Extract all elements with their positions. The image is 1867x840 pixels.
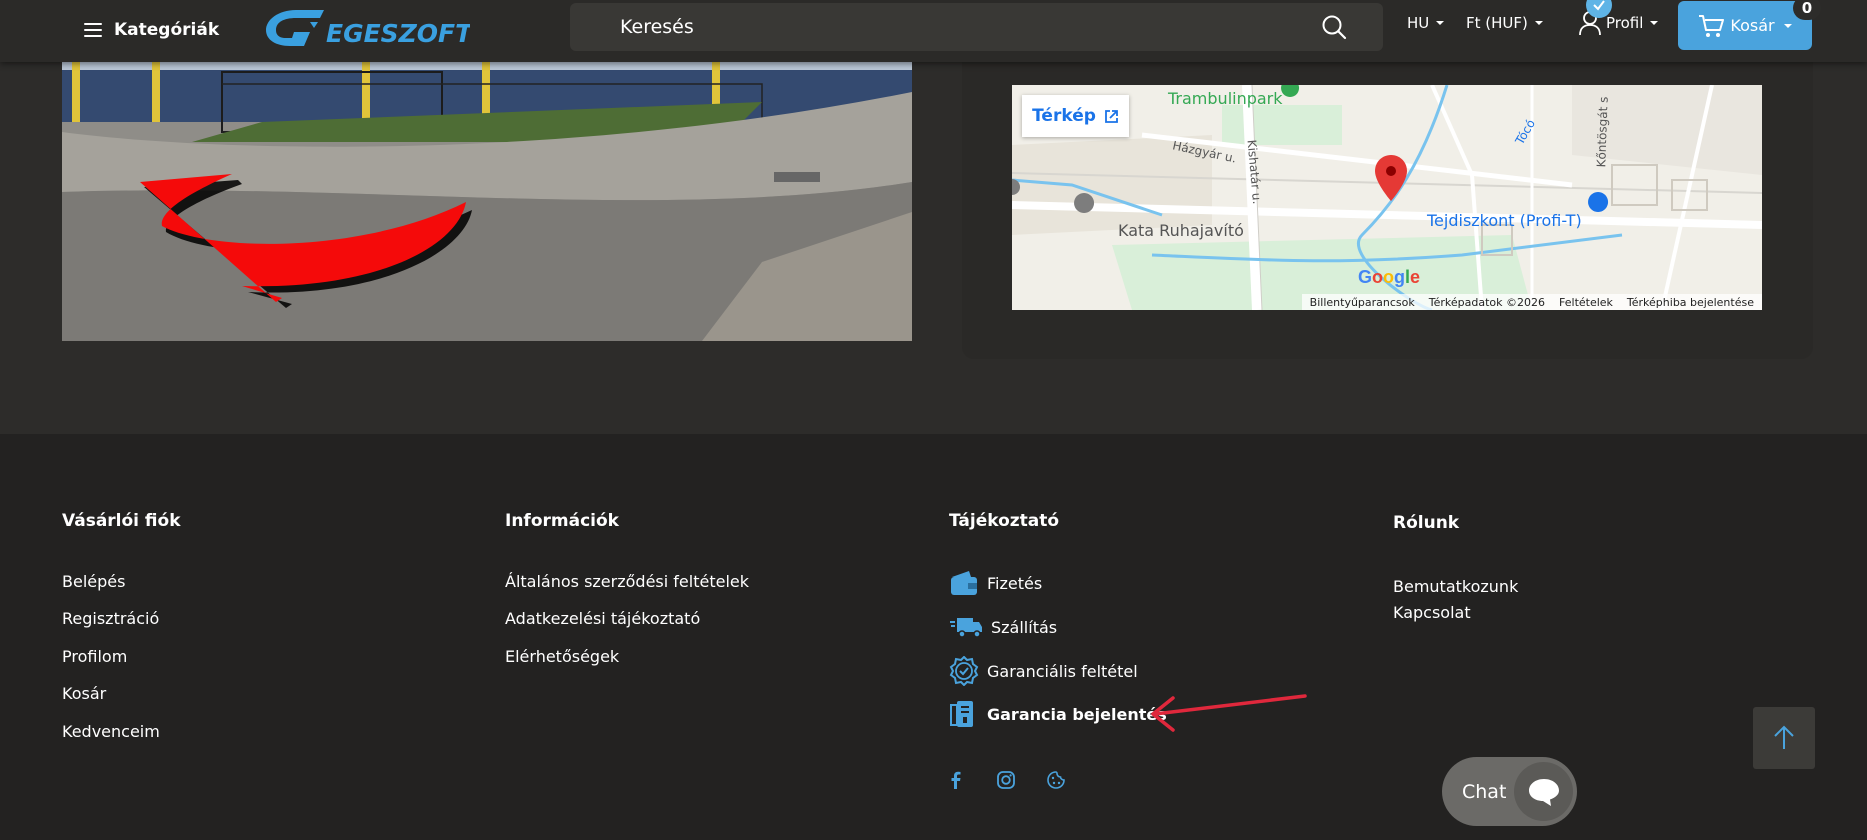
google-map[interactable]: Trambulinpark Kata Ruhajavító Tejdiszkon…	[1012, 85, 1762, 310]
footer-link-privacy[interactable]: Adatkezelési tájékoztató	[505, 609, 700, 628]
map-footer: Billentyűparancsok Térképadatok ©2026 Fe…	[1301, 294, 1762, 310]
map-shortcuts-link[interactable]: Billentyűparancsok	[1310, 296, 1415, 309]
search-bar	[570, 3, 1383, 51]
footer-about-title: Rólunk	[1393, 513, 1460, 533]
chevron-down-icon	[1534, 21, 1543, 25]
instagram-icon[interactable]	[996, 770, 1016, 790]
open-map-label: Térkép	[1032, 106, 1096, 126]
profile-label: Profil	[1606, 14, 1644, 32]
language-value: HU	[1407, 14, 1430, 32]
chat-widget-button[interactable]: Chat	[1442, 757, 1577, 826]
cart-button[interactable]: Kosár	[1678, 1, 1812, 50]
site-footer	[0, 434, 1867, 840]
site-logo[interactable]: EGESZOFT	[264, 6, 470, 52]
footer-link-warranty-claim-label: Garancia bejelentés	[987, 704, 1167, 724]
currency-value: Ft (HUF)	[1466, 14, 1528, 32]
map-street-kontosgat: Kőntösgát s	[1594, 96, 1611, 168]
cart-icon	[1699, 14, 1725, 37]
chevron-down-icon	[1783, 23, 1792, 28]
map-pin-icon	[1375, 155, 1407, 201]
footer-info-title: Információk	[505, 511, 619, 531]
categories-button[interactable]: Kategóriák	[84, 12, 219, 48]
map-place-tejdiszkont: Tejdiszkont (Profi-T)	[1427, 211, 1582, 230]
site-header: Kategóriák EGESZOFT HU Ft (HUF) Profil K…	[0, 0, 1867, 62]
footer-link-cart[interactable]: Kosár	[62, 684, 106, 703]
chat-label: Chat	[1462, 780, 1507, 803]
footer-link-favourites[interactable]: Kedvenceim	[62, 722, 160, 741]
search-input[interactable]	[570, 3, 1383, 51]
footer-link-about-us[interactable]: Bemutatkozunk	[1393, 577, 1518, 596]
footer-link-shipping[interactable]: Szállítás	[949, 612, 1057, 642]
footer-link-contacts[interactable]: Elérhetőségek	[505, 647, 619, 666]
warranty-form-icon	[950, 701, 973, 727]
cart-count-badge: 0	[1793, 0, 1821, 20]
footer-link-warranty-claim[interactable]: Garancia bejelentés	[949, 699, 1167, 729]
footer-link-register[interactable]: Regisztráció	[62, 609, 159, 628]
map-place-kata: Kata Ruhajavító	[1118, 221, 1244, 240]
location-photo	[62, 62, 912, 341]
map-place-trambulinpark: Trambulinpark	[1168, 89, 1283, 108]
truck-icon	[950, 618, 982, 638]
annotation-arrow	[1151, 694, 1307, 732]
chat-bubble	[1514, 762, 1573, 821]
footer-guide-title: Tájékoztató	[949, 511, 1060, 531]
footer-link-payment[interactable]: Fizetés	[949, 568, 1042, 598]
open-map-link[interactable]: Térkép	[1022, 95, 1129, 137]
footer-link-contact[interactable]: Kapcsolat	[1393, 603, 1471, 622]
wallet-icon	[951, 571, 977, 595]
cart-label: Kosár	[1730, 16, 1775, 35]
footer-link-login[interactable]: Belépés	[62, 572, 125, 591]
currency-select[interactable]: Ft (HUF)	[1466, 14, 1543, 32]
scroll-to-top-button[interactable]	[1753, 707, 1815, 769]
google-logo: Google	[1358, 267, 1421, 287]
search-icon[interactable]	[1321, 14, 1347, 40]
map-report-link[interactable]: Térképhiba bejelentése	[1627, 296, 1754, 309]
map-data-text: Térképadatok ©2026	[1428, 295, 1546, 309]
categories-label: Kategóriák	[114, 20, 220, 40]
footer-link-shipping-label: Szállítás	[991, 617, 1058, 637]
footer-link-payment-label: Fizetés	[987, 573, 1043, 593]
map-terms-link[interactable]: Feltételek	[1559, 296, 1613, 309]
footer-link-warranty-terms-label: Garanciális feltétel	[987, 661, 1138, 681]
external-link-icon	[1105, 109, 1118, 123]
footer-account-title: Vásárlói fiók	[62, 511, 181, 531]
check-icon	[1593, 0, 1605, 11]
facebook-icon[interactable]	[946, 770, 966, 790]
cookie-icon[interactable]	[1046, 770, 1066, 790]
language-select[interactable]: HU	[1407, 14, 1445, 32]
menu-icon	[84, 23, 102, 37]
footer-link-warranty-terms[interactable]: Garanciális feltétel	[949, 656, 1138, 686]
footer-link-profile[interactable]: Profilom	[62, 647, 127, 666]
svg-text:EGESZOFT: EGESZOFT	[326, 19, 470, 48]
arrow-up-icon	[1774, 725, 1794, 749]
badge-check-icon	[949, 656, 979, 686]
chevron-down-icon	[1650, 21, 1659, 25]
chevron-down-icon	[1436, 21, 1445, 25]
footer-link-terms[interactable]: Általános szerződési feltételek	[505, 572, 749, 591]
chat-bubble-icon	[1528, 778, 1559, 806]
